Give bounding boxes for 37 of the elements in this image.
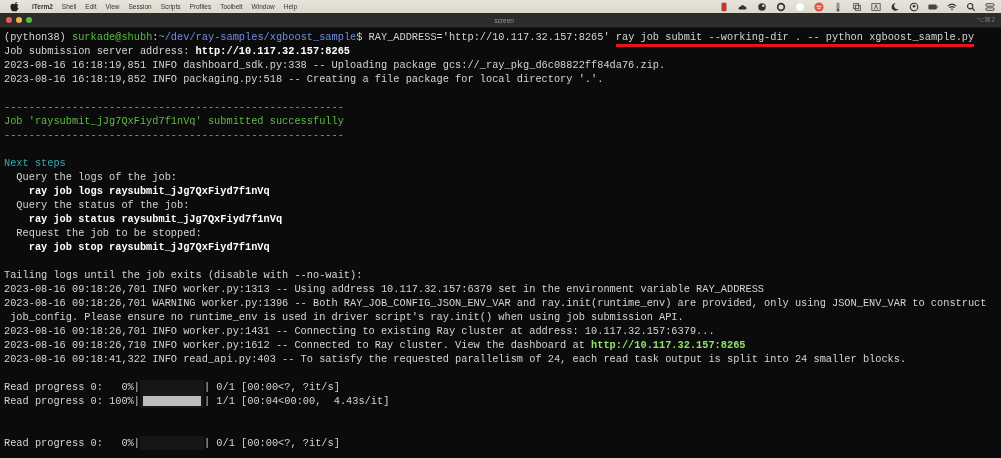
terminal-line: (python38) surkade@shubh:~/dev/ray-samples/xgboost_sample$ RAY_ADDRESS='http://10.117.32.157:8265' ray job submit --working-dir . -- python xgboost_sample.py (4, 30, 975, 44)
progress-label: Read progress 0: 0%| (4, 381, 140, 393)
terminal-line: 2023-08-16 16:18:19,852 INFO packaging.py:518 -- Creating a file package for local directory '.'. (4, 72, 604, 86)
terminal-line: ------------------------------------------------------- (4, 128, 344, 142)
terminal-line: job_config. Please ensure no runtime_env is used in driver script's ray.init() when using job submission API. (9, 310, 684, 324)
terminal-line: ------------------------------------------------------- (4, 100, 344, 114)
terminal-line: Request the job to be stopped: (15, 226, 202, 240)
moon-icon[interactable] (890, 1, 900, 12)
terminal-line: Job submission server address: http://10.117.32.157:8265 (4, 44, 351, 58)
progress-reading: | 1/1 [00:04<00:00, 4.43s/it] (203, 395, 390, 407)
minimize-icon[interactable] (16, 17, 22, 23)
terminal-line: 2023-08-16 09:18:26,701 INFO worker.py:1431 -- Connecting to existing Ray cluster at address: 10.117.32.157:6379... (4, 324, 715, 338)
zoom-icon[interactable] (26, 17, 32, 23)
terminal-line: Query the status of the job: (15, 198, 190, 212)
terminal-line: ray job status raysubmit_jJg7QxFiyd7f1nVq (27, 212, 283, 226)
terminal-line: Query the logs of the job: (15, 170, 178, 184)
terminal-line: 2023-08-16 09:18:26,710 INFO worker.py:1612 -- Connected to Ray cluster. View the dashboard at http://10.117.32.157:8265 (4, 338, 746, 352)
terminal-line: 2023-08-16 09:18:26,701 WARNING worker.py:1396 -- Both RAY_JOB_CONFIG_JSON_ENV_VAR and ray.init(runtime_env) are provided, only using JSON_ENV_VAR to construct (4, 296, 987, 310)
terminal-line: 2023-08-16 09:18:26,701 INFO worker.py:1313 -- Using address 10.117.32.157:6379 set in the environment variable RAY_ADDRESS (4, 282, 765, 296)
progress-label: Read progress 0: 0%| (4, 437, 140, 449)
control-center-icon[interactable] (985, 1, 995, 12)
progress-reading: | 0/1 [00:00<?, ?it/s] (203, 437, 340, 449)
progress-label: Read progress 0: 100%| (4, 395, 140, 407)
wifi-icon[interactable] (947, 1, 957, 12)
progress-reading: | 0/1 [00:00<?, ?it/s] (203, 381, 340, 393)
terminal-line: Tailing logs until the job exits (disable with --no-wait): (4, 268, 363, 282)
keyboard-input-icon[interactable] (871, 1, 881, 12)
terminal-line: Next steps (4, 156, 66, 170)
terminal-line: 2023-08-16 16:18:19,851 INFO dashboard_sdk.py:338 -- Uploading package gcs://_ray_pkg_d6c08822ff84da76.zip. (4, 58, 666, 72)
terminal-line: 2023-08-16 09:18:41,322 INFO read_api.py:403 -- To satisfy the requested parallelism of 24, each read task output is split into 24 smaller blocks. (4, 352, 907, 366)
apple-logo-icon[interactable] (10, 1, 19, 12)
windows-icon[interactable] (852, 1, 862, 12)
terminal-line: Job 'raysubmit_jJg7QxFiyd7f1nVq' submitted successfully (4, 114, 344, 128)
terminal-line: ray job logs raysubmit_jJg7QxFiyd7f1nVq (27, 184, 270, 198)
close-icon[interactable] (6, 17, 12, 23)
terminal-line: ray job stop raysubmit_jJg7QxFiyd7f1nVq (27, 240, 270, 254)
search-icon[interactable] (966, 1, 976, 12)
